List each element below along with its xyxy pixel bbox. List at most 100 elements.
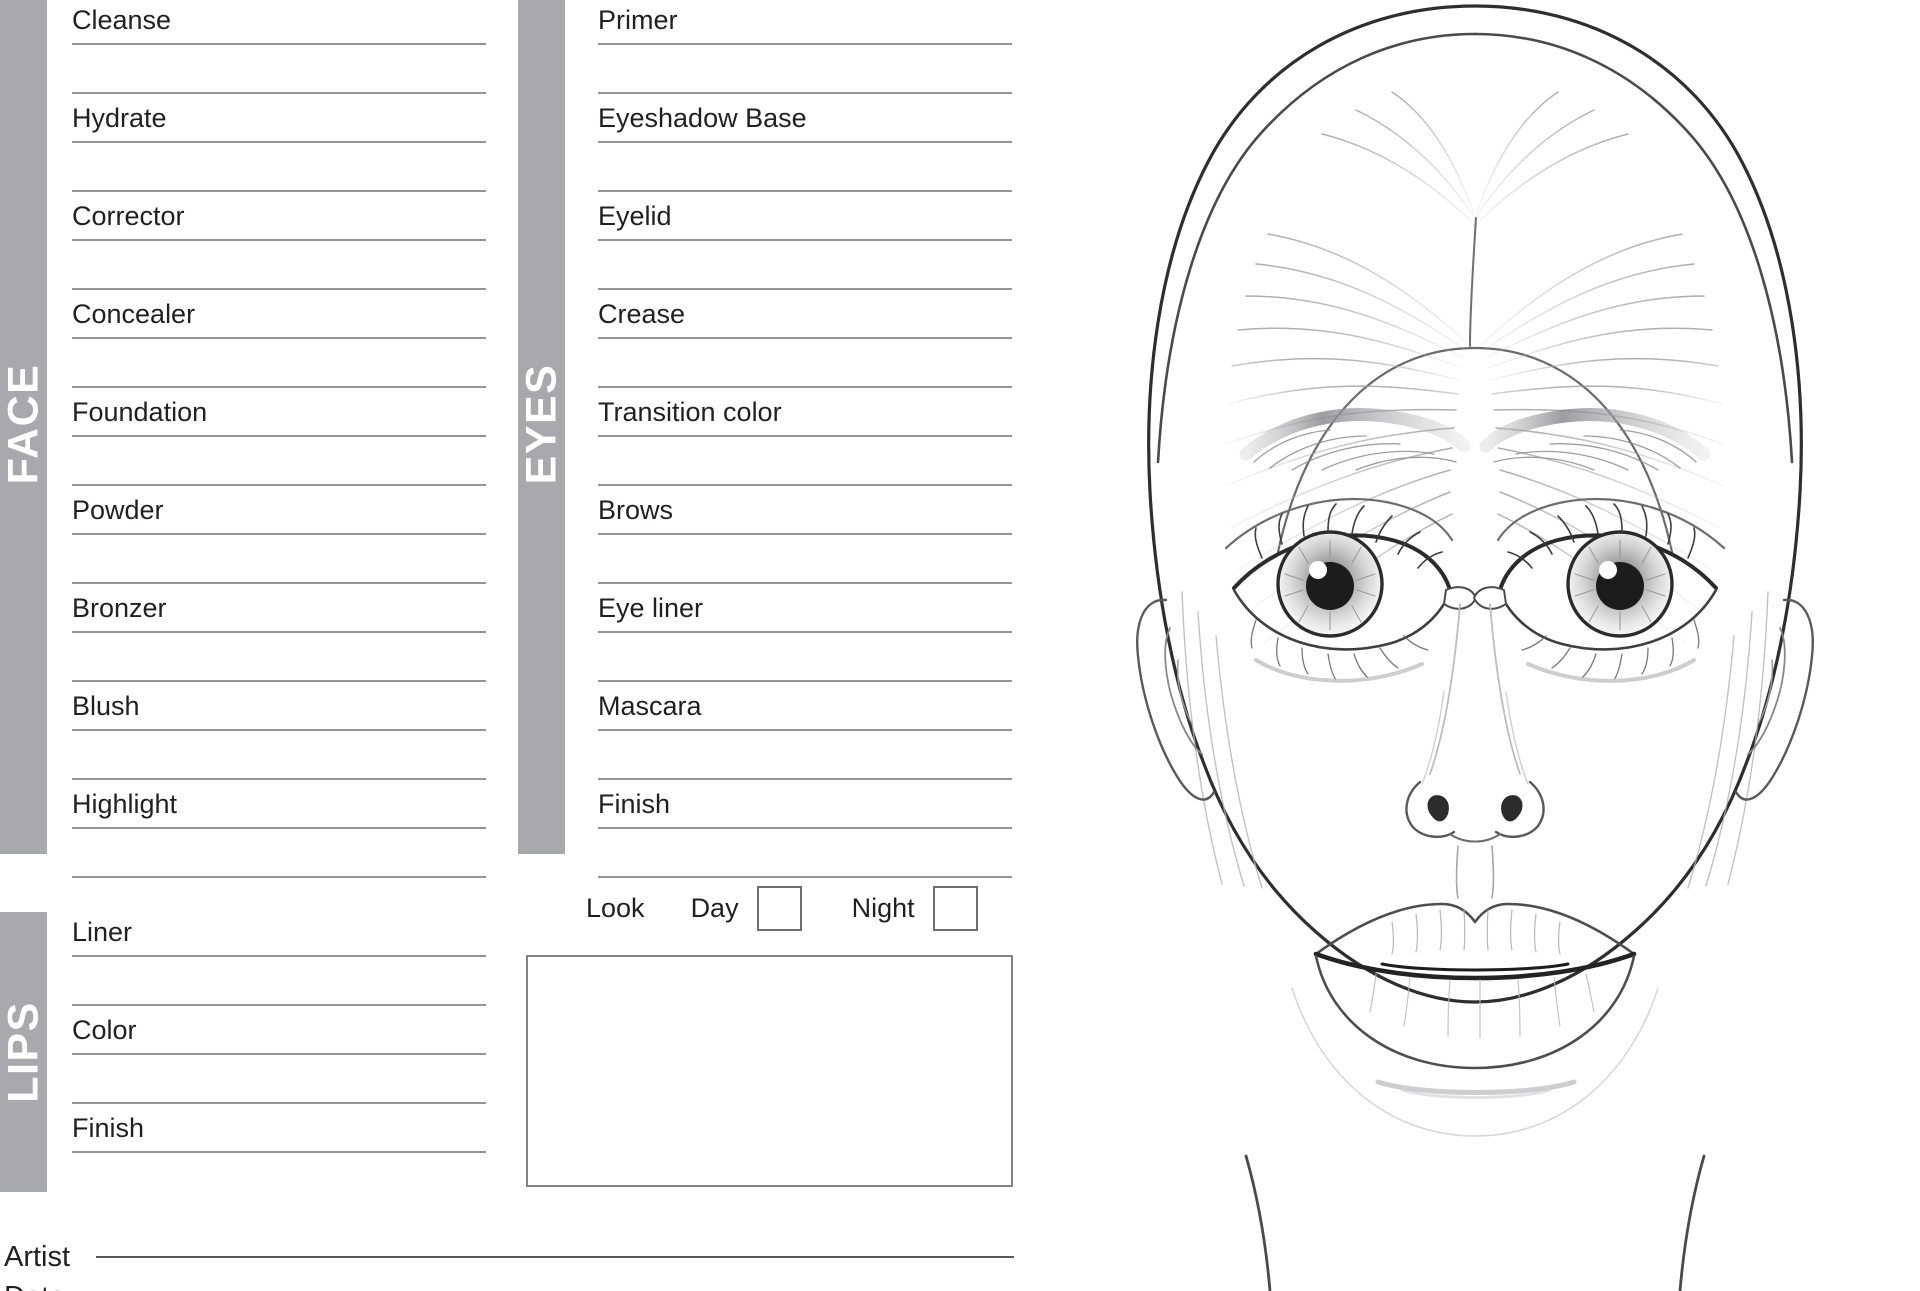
field-row[interactable]: Foundation xyxy=(72,392,486,490)
field-write-line[interactable] xyxy=(598,729,1012,731)
field-label-lip-liner: Liner xyxy=(72,917,133,947)
field-write-line[interactable] xyxy=(72,337,486,339)
section-tab-face: FACE xyxy=(0,0,47,854)
field-row[interactable]: Finish xyxy=(72,1108,486,1206)
field-write-line-extra[interactable] xyxy=(72,92,486,94)
field-label-cleanse: Cleanse xyxy=(72,5,172,35)
section-tab-eyes-label: EYES xyxy=(517,363,565,485)
field-row[interactable]: Eyeshadow Base xyxy=(598,98,1012,196)
field-row[interactable]: Brows xyxy=(598,490,1012,588)
field-write-line[interactable] xyxy=(598,435,1012,437)
field-write-line-extra[interactable] xyxy=(598,778,1012,780)
field-write-line[interactable] xyxy=(598,239,1012,241)
field-label-transition-color: Transition color xyxy=(598,397,782,427)
field-label-eyelid: Eyelid xyxy=(598,201,672,231)
field-write-line-extra[interactable] xyxy=(598,190,1012,192)
field-write-line-extra[interactable] xyxy=(72,1004,486,1006)
field-write-line-extra[interactable] xyxy=(72,778,486,780)
field-label-bronzer: Bronzer xyxy=(72,593,167,623)
makeup-face-chart: FACE Cleanse Hydrate Corrector Concealer… xyxy=(0,0,1920,1291)
field-write-line-extra[interactable] xyxy=(72,680,486,682)
field-row[interactable]: Transition color xyxy=(598,392,1012,490)
field-row[interactable]: Blush xyxy=(72,686,486,784)
field-row[interactable]: Eye liner xyxy=(598,588,1012,686)
field-row[interactable]: Eyelid xyxy=(598,196,1012,294)
field-row[interactable]: Hydrate xyxy=(72,98,486,196)
field-write-line[interactable] xyxy=(72,1151,486,1153)
face-field-list: Cleanse Hydrate Corrector Concealer Foun… xyxy=(72,0,486,882)
field-write-line-extra[interactable] xyxy=(598,876,1012,878)
field-write-line-extra[interactable] xyxy=(72,876,486,878)
field-write-line[interactable] xyxy=(72,239,486,241)
field-write-line-extra[interactable] xyxy=(72,1102,486,1104)
field-write-line[interactable] xyxy=(72,141,486,143)
face-illustration xyxy=(1030,0,1920,1291)
field-label-mascara: Mascara xyxy=(598,691,702,721)
field-write-line-extra[interactable] xyxy=(598,92,1012,94)
section-tab-lips-label: LIPS xyxy=(0,1001,47,1103)
artist-row[interactable]: Artist xyxy=(4,1243,1014,1283)
date-row[interactable]: Date xyxy=(4,1283,1014,1291)
field-write-line[interactable] xyxy=(72,43,486,45)
night-checkbox[interactable] xyxy=(932,885,978,931)
field-row[interactable]: Primer xyxy=(598,0,1012,98)
field-write-line[interactable] xyxy=(598,631,1012,633)
field-write-line[interactable] xyxy=(72,827,486,829)
artist-input-line[interactable] xyxy=(96,1256,1014,1258)
field-label-primer: Primer xyxy=(598,5,678,35)
field-row[interactable]: Bronzer xyxy=(72,588,486,686)
field-row[interactable]: Mascara xyxy=(598,686,1012,784)
field-write-line-extra[interactable] xyxy=(598,582,1012,584)
field-write-line[interactable] xyxy=(598,827,1012,829)
field-label-eyes-finish: Finish xyxy=(598,789,671,819)
field-label-highlight: Highlight xyxy=(72,789,178,819)
field-write-line-extra[interactable] xyxy=(598,680,1012,682)
field-write-line[interactable] xyxy=(72,435,486,437)
day-checkbox[interactable] xyxy=(756,885,802,931)
lips-field-list: Liner Color Finish xyxy=(72,912,486,1206)
date-label: Date xyxy=(4,1283,96,1291)
field-row[interactable]: Cleanse xyxy=(72,0,486,98)
field-label-foundation: Foundation xyxy=(72,397,208,427)
field-write-line[interactable] xyxy=(72,1053,486,1055)
field-write-line[interactable] xyxy=(72,955,486,957)
field-write-line[interactable] xyxy=(72,729,486,731)
field-write-line-extra[interactable] xyxy=(72,386,486,388)
day-label: Day xyxy=(690,892,739,923)
field-write-line-extra[interactable] xyxy=(72,190,486,192)
field-write-line[interactable] xyxy=(598,533,1012,535)
field-label-eye-liner: Eye liner xyxy=(598,593,704,623)
field-row[interactable]: Crease xyxy=(598,294,1012,392)
field-row[interactable]: Highlight xyxy=(72,784,486,882)
artist-label: Artist xyxy=(4,1241,71,1273)
field-row[interactable]: Concealer xyxy=(72,294,486,392)
field-label-eyeshadow-base: Eyeshadow Base xyxy=(598,103,807,133)
eyes-field-list: Primer Eyeshadow Base Eyelid Crease Tran… xyxy=(598,0,1012,882)
field-row[interactable]: Liner xyxy=(72,912,486,1010)
field-row[interactable]: Color xyxy=(72,1010,486,1108)
field-label-lip-color: Color xyxy=(72,1015,137,1045)
field-write-line[interactable] xyxy=(72,631,486,633)
night-label: Night xyxy=(851,892,915,923)
field-write-line-extra[interactable] xyxy=(598,288,1012,290)
section-tab-face-label: FACE xyxy=(0,363,47,485)
field-write-line[interactable] xyxy=(598,337,1012,339)
footer: Artist Date xyxy=(4,1243,1014,1291)
field-write-line[interactable] xyxy=(598,43,1012,45)
field-label-lip-finish: Finish xyxy=(72,1113,145,1143)
field-write-line-extra[interactable] xyxy=(72,288,486,290)
section-tab-eyes: EYES xyxy=(517,0,565,854)
field-label-corrector: Corrector xyxy=(72,201,185,231)
field-write-line-extra[interactable] xyxy=(598,484,1012,486)
field-row[interactable]: Corrector xyxy=(72,196,486,294)
field-row[interactable]: Finish xyxy=(598,784,1012,882)
field-write-line[interactable] xyxy=(72,533,486,535)
look-selector: Look Day Night xyxy=(586,884,978,932)
notes-box[interactable] xyxy=(526,955,1013,1187)
field-write-line-extra[interactable] xyxy=(598,386,1012,388)
field-write-line[interactable] xyxy=(598,141,1012,143)
field-row[interactable]: Powder xyxy=(72,490,486,588)
field-write-line-extra[interactable] xyxy=(72,582,486,584)
field-label-powder: Powder xyxy=(72,495,164,525)
field-write-line-extra[interactable] xyxy=(72,484,486,486)
